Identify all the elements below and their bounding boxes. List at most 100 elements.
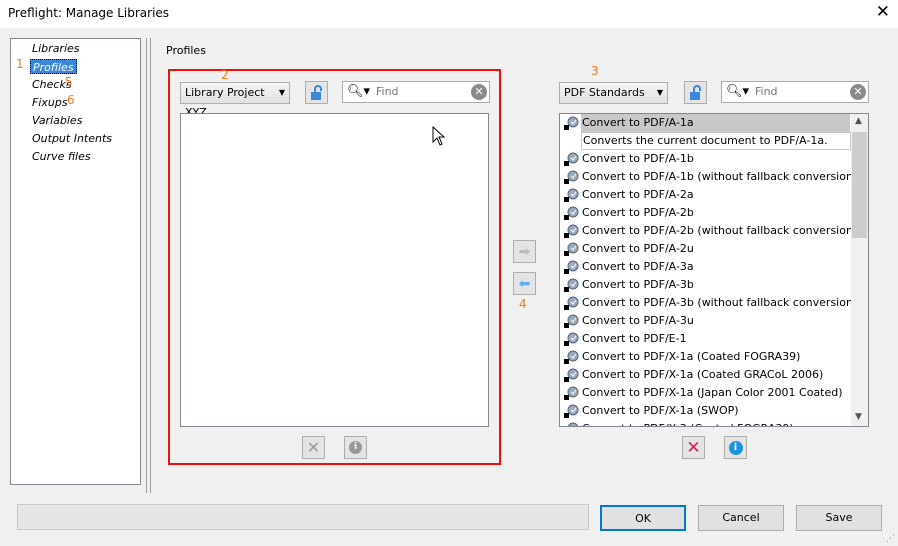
profile-name: Convert to PDF/A-2b [582, 206, 694, 219]
profile-name: Convert to PDF/A-2u [582, 242, 694, 255]
profile-lock-icon [564, 332, 579, 346]
info-button-right[interactable]: i [724, 436, 747, 459]
profile-list-left[interactable] [180, 113, 489, 427]
profile-name: Convert to PDF/X-3 (Coated FOGRA39) [582, 420, 794, 426]
delete-button-left[interactable]: ✕ [302, 436, 325, 459]
profile-row[interactable]: Convert to PDF/A-2u [560, 240, 851, 258]
lock-button-right[interactable] [684, 81, 707, 104]
profile-row[interactable]: Convert to PDF/X-3 (Coated FOGRA39) [560, 420, 851, 426]
delete-icon: ✕ [686, 437, 701, 458]
search-right[interactable]: 🔍︎▾ ✕ [721, 81, 869, 103]
search-left[interactable]: 🔍︎▾ ✕ [342, 81, 490, 103]
profile-name: Convert to PDF/A-1b [582, 152, 694, 165]
search-icon: 🔍︎▾ [347, 84, 371, 99]
close-icon[interactable]: ✕ [876, 3, 890, 21]
search-input-right[interactable] [755, 85, 845, 98]
profile-name: Convert to PDF/X-1a (SWOP) [582, 404, 739, 417]
profile-name: Convert to PDF/E-1 [582, 332, 687, 345]
profile-row[interactable]: Convert to PDF/A-2b [560, 204, 851, 222]
search-icon: 🔍︎▾ [726, 84, 750, 99]
library-nav: Libraries Profiles Checks Fixups Variables Ou… [10, 38, 141, 485]
profile-row[interactable]: Convert to PDF/A-1b (without fallback co… [560, 168, 857, 186]
info-icon: i [728, 440, 743, 455]
lock-icon [689, 84, 701, 100]
annotation-5: 5 [65, 75, 73, 89]
nav-item-variables[interactable]: Variables [30, 113, 84, 128]
nav-item-curve-files[interactable]: Curve files [30, 149, 93, 164]
annotation-3: 3 [591, 64, 599, 78]
delete-button-right[interactable]: ✕ [682, 436, 705, 459]
delete-icon: ✕ [306, 438, 321, 457]
profile-lock-icon [564, 404, 579, 418]
library-dropdown-left[interactable]: Library Project XYZ▼ [180, 82, 290, 119]
profile-row[interactable]: Convert to PDF/A-2b (without fallback co… [560, 222, 857, 240]
profile-lock-icon [564, 314, 579, 328]
cancel-button[interactable]: Cancel [698, 505, 784, 531]
status-field [17, 504, 589, 530]
copy-right-button[interactable]: ➡ [513, 240, 536, 263]
profile-name: Convert to PDF/A-3u [582, 314, 694, 327]
profile-row[interactable]: Convert to PDF/X-1a (SWOP) [560, 402, 851, 420]
caret-down-icon: ▼ [656, 88, 663, 97]
scrollbar[interactable]: ▲ ▼ [851, 114, 868, 426]
profile-row[interactable]: Convert to PDF/X-1a (Coated GRACoL 2006) [560, 366, 851, 384]
profile-row[interactable]: Convert to PDF/A-3b (without fallback co… [560, 294, 857, 312]
profile-row[interactable]: Convert to PDF/A-3b [560, 276, 851, 294]
profile-lock-icon [564, 152, 579, 166]
nav-item-profiles[interactable]: Profiles [30, 59, 77, 74]
profile-name: Convert to PDF/A-2b (without fallback co… [582, 224, 858, 237]
copy-left-button[interactable]: ⬅ [513, 272, 536, 295]
profile-lock-icon [564, 368, 579, 382]
info-button-left[interactable]: i [344, 436, 367, 459]
ok-button[interactable]: OK [600, 505, 686, 531]
profile-name: Convert to PDF/X-1a (Coated GRACoL 2006) [582, 368, 824, 381]
profile-list-right[interactable]: Convert to PDF/X-3 (Coated FOGRA39) Conve… [559, 113, 869, 427]
scroll-up-icon[interactable]: ▲ [855, 116, 862, 126]
profile-row[interactable]: Convert to PDF/A-1a [560, 114, 851, 132]
annotation-1: 1 [16, 57, 24, 71]
profile-lock-icon [564, 116, 579, 130]
profile-row[interactable]: Convert to PDF/X-1a (Japan Color 2001 Co… [560, 384, 851, 402]
info-icon: i [349, 441, 362, 454]
library-dropdown-right[interactable]: PDF Standards ▼ [559, 82, 668, 104]
profile-row[interactable]: Convert to PDF/A-2a [560, 186, 851, 204]
lock-button-left[interactable] [305, 81, 328, 104]
search-input-left[interactable] [376, 85, 466, 98]
save-button[interactable]: Save [796, 505, 882, 531]
lock-icon [310, 84, 322, 100]
arrow-right-icon: ➡ [518, 243, 531, 260]
profile-name: Convert to PDF/A-1a [581, 114, 850, 132]
profile-name: Convert to PDF/A-1b (without fallback co… [582, 170, 858, 183]
profile-row[interactable]: Convert to PDF/E-1 [560, 330, 851, 348]
nav-item-libraries[interactable]: Libraries [30, 41, 82, 56]
nav-item-fixups[interactable]: Fixups [30, 95, 70, 110]
nav-item-output-intents[interactable]: Output Intents [30, 131, 114, 146]
scroll-down-icon[interactable]: ▼ [855, 412, 862, 422]
clear-icon[interactable]: ✕ [471, 84, 487, 100]
scroll-thumb[interactable] [852, 132, 867, 238]
caret-down-icon: ▼ [278, 88, 285, 97]
profile-row[interactable]: Convert to PDF/A-1b [560, 150, 851, 168]
window-title: Preflight: Manage Libraries [8, 6, 170, 20]
profile-lock-icon [567, 422, 579, 426]
profile-lock-icon [564, 206, 579, 220]
profile-lock-icon [564, 296, 579, 310]
divider [150, 38, 151, 493]
profile-name: Convert to PDF/A-2a [582, 188, 694, 201]
section-title: Profiles [166, 44, 206, 57]
profile-lock-icon [564, 386, 579, 400]
clear-icon[interactable]: ✕ [850, 84, 866, 100]
annotation-6: 6 [67, 93, 75, 107]
profile-name: Convert to PDF/A-3b [582, 278, 694, 291]
profile-row[interactable]: Convert to PDF/A-3u [560, 312, 851, 330]
resize-grip-icon[interactable]: ⋰ [886, 534, 895, 544]
mouse-cursor-icon [432, 126, 446, 146]
profile-row[interactable]: Convert to PDF/A-3a [560, 258, 851, 276]
profile-name: Convert to PDF/X-1a (Japan Color 2001 Co… [582, 386, 843, 399]
profile-lock-icon [564, 224, 579, 238]
profile-row[interactable]: Convert to PDF/X-1a (Coated FOGRA39) [560, 348, 851, 366]
divider [146, 38, 147, 493]
profile-lock-icon [564, 350, 579, 364]
arrow-left-icon: ⬅ [518, 275, 531, 292]
title-bar: Preflight: Manage Libraries ✕ [0, 0, 898, 28]
